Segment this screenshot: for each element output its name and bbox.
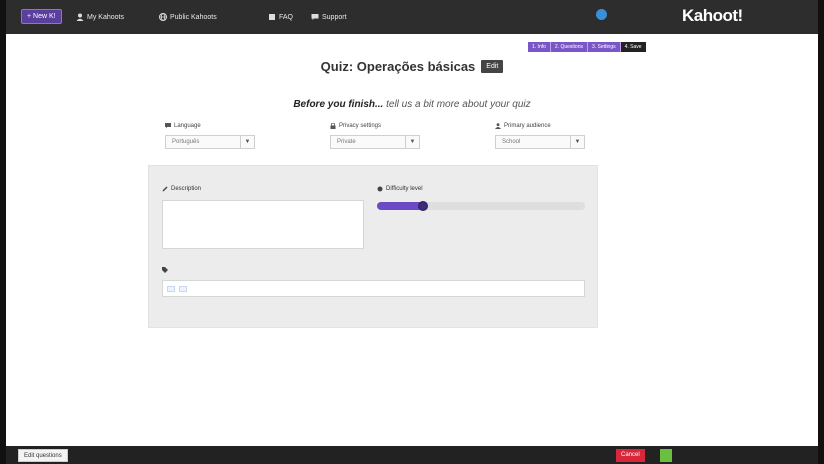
language-label-row: Language	[165, 123, 255, 129]
chevron-down-icon: ▼	[405, 136, 419, 148]
nav-support[interactable]: Support	[311, 11, 347, 23]
page-subtitle: Before you finish... tell us a bit more …	[0, 99, 824, 110]
tag-chip[interactable]	[167, 285, 175, 292]
tag-icon	[162, 267, 168, 273]
kahoot-logo: Kahoot!	[682, 6, 743, 25]
subtitle-bold: Before you finish...	[293, 99, 384, 110]
privacy-value: Private	[337, 139, 356, 145]
tags-input[interactable]	[162, 280, 585, 297]
description-textarea[interactable]	[162, 200, 364, 249]
dot-icon	[377, 186, 383, 192]
chevron-down-icon: ▼	[570, 136, 584, 148]
nav-public-kahoots[interactable]: Public Kahoots	[159, 11, 220, 23]
step-save[interactable]: 4. Save	[620, 42, 646, 52]
audience-select[interactable]: School ▼	[495, 135, 585, 149]
audience-label-row: Primary audience	[495, 123, 585, 129]
lock-icon	[330, 123, 336, 129]
difficulty-slider-fill	[377, 202, 423, 210]
audience-setting: Primary audience School ▼	[495, 123, 585, 149]
description-label: Description	[171, 186, 202, 192]
avatar-icon	[596, 9, 607, 20]
difficulty-slider-handle[interactable]	[417, 201, 428, 211]
bottom-bar: Edit questions Cancel	[6, 446, 818, 464]
page-title: Quiz: Operações básicas	[320, 59, 476, 74]
nav-faq-label: FAQ	[279, 13, 294, 21]
details-panel: Description Difficulty level	[148, 165, 598, 328]
nav-faq[interactable]: FAQ	[268, 11, 293, 23]
edit-title-button[interactable]: Edit	[481, 60, 504, 73]
chat-icon	[311, 14, 319, 20]
nav-public-kahoots-label: Public Kahoots	[170, 13, 217, 21]
description-label-row: Description	[162, 186, 201, 192]
tags-label-row	[162, 267, 171, 273]
difficulty-label: Difficulty level	[386, 186, 423, 192]
cancel-button[interactable]: Cancel	[616, 449, 645, 462]
audience-label: Primary audience	[504, 123, 551, 129]
chevron-down-icon: ▼	[240, 136, 254, 148]
privacy-label: Privacy settings	[339, 123, 382, 129]
tag-chip[interactable]	[179, 285, 187, 292]
privacy-setting: Privacy settings Private ▼	[330, 123, 420, 149]
difficulty-label-row: Difficulty level	[377, 186, 423, 192]
step-settings[interactable]: 3. Settings	[587, 42, 621, 52]
language-value: Português	[172, 139, 200, 145]
nav-my-kahoots[interactable]: My Kahoots	[76, 11, 127, 23]
difficulty-slider[interactable]	[377, 201, 585, 211]
nav-support-label: Support	[322, 13, 347, 21]
privacy-select[interactable]: Private ▼	[330, 135, 420, 149]
edit-questions-button[interactable]: Edit questions	[18, 449, 68, 462]
book-icon	[269, 14, 275, 20]
language-select[interactable]: Português ▼	[165, 135, 255, 149]
user-icon	[76, 13, 84, 21]
title-row: Quiz: Operações básicas Edit	[0, 59, 824, 74]
privacy-label-row: Privacy settings	[330, 123, 420, 129]
new-kahoot-button[interactable]: + New K!	[21, 9, 62, 24]
subtitle-rest: tell us a bit more about your quiz	[383, 99, 531, 110]
language-label: Language	[174, 123, 201, 129]
globe-icon	[159, 13, 167, 21]
step-questions[interactable]: 2. Questions	[550, 42, 588, 52]
comment-icon	[165, 123, 171, 129]
progress-steps: 1. Info 2. Questions 3. Settings 4. Save	[528, 42, 646, 52]
people-icon	[495, 123, 501, 129]
pencil-icon	[162, 186, 168, 192]
continue-button[interactable]	[660, 449, 672, 462]
step-info[interactable]: 1. Info	[528, 42, 551, 52]
user-menu[interactable]	[596, 9, 611, 20]
top-navbar: + New K! My Kahoots Public Kahoots FAQ S…	[6, 0, 818, 34]
language-setting: Language Português ▼	[165, 123, 255, 149]
nav-my-kahoots-label: My Kahoots	[87, 13, 124, 21]
audience-value: School	[502, 139, 521, 145]
